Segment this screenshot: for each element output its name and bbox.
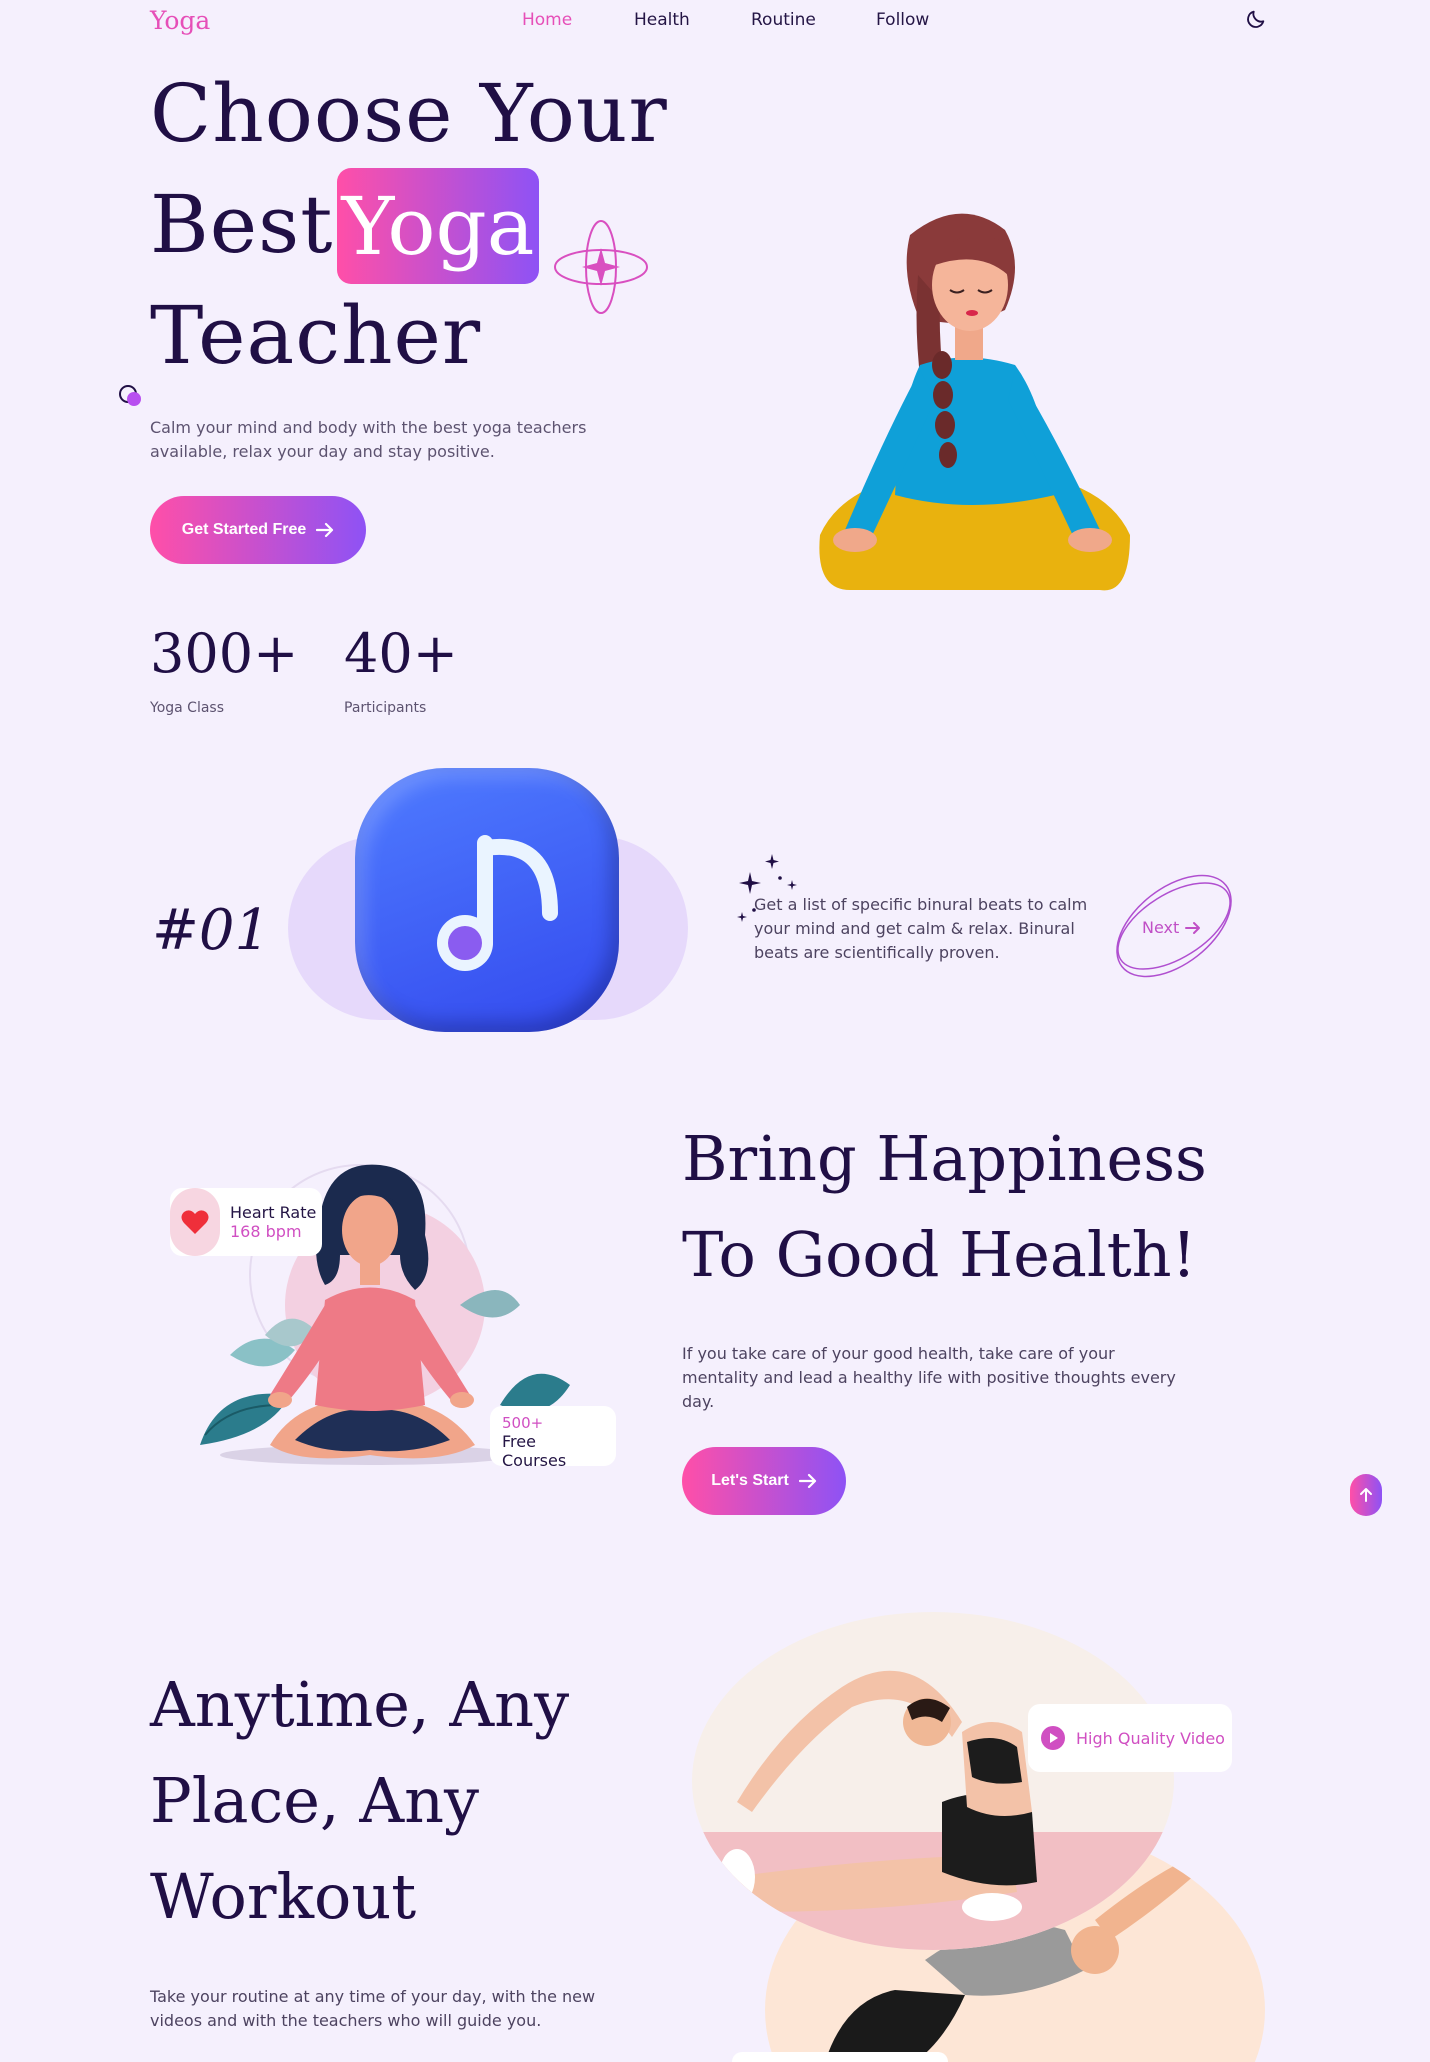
scroll-top-button[interactable] <box>1350 1474 1382 1516</box>
meditating-woman-illustration <box>819 213 1130 591</box>
feature-number: #01 <box>152 898 271 963</box>
hero-title-line1: Choose Your <box>150 67 668 160</box>
health-title-line2: To Good Health! <box>682 1218 1197 1291</box>
play-icon <box>1041 1726 1065 1750</box>
feature-description: Get a list of specific binural beats to … <box>754 895 1088 962</box>
heart-rate-card: Heart Rate 168 bpm <box>170 1188 322 1256</box>
music-app-icon <box>355 768 619 1032</box>
workout-description: Take your routine at any time of your da… <box>150 1987 596 2030</box>
hero-title-line2: Best <box>150 178 334 271</box>
logo[interactable]: Yoga <box>150 6 210 35</box>
video-badge-label: High Quality Video <box>1076 1728 1225 1748</box>
arrow-right-icon <box>316 522 334 538</box>
workout-title-line2: Place, Any <box>150 1764 480 1837</box>
nav-item-follow[interactable]: Follow <box>876 10 929 30</box>
courses-card: 500+ Free Courses <box>490 1406 616 1470</box>
courses-label: Free Courses <box>502 1432 567 1470</box>
courses-value: 500+ <box>502 1414 544 1432</box>
music-note-icon <box>437 835 558 971</box>
get-started-label: Get Started Free <box>181 521 307 538</box>
lets-start-label: Let's Start <box>711 1472 789 1489</box>
hero-title-line3: Teacher <box>150 289 482 382</box>
health-description: If you take care of your good health, ta… <box>682 1344 1176 1411</box>
arrow-right-icon <box>1185 921 1201 934</box>
health-title-line1: Bring Happiness <box>682 1122 1207 1195</box>
heart-icon <box>181 1210 209 1234</box>
stat-participants-value: 40+ <box>344 622 458 685</box>
next-label: Next <box>1142 918 1180 937</box>
stat-classes-value: 300+ <box>150 622 299 685</box>
hero-description: Calm your mind and body with the best yo… <box>150 418 587 461</box>
decor-dots-icon <box>119 385 141 406</box>
nav-item-health[interactable]: Health <box>634 10 690 30</box>
bottom-card-edge <box>732 2052 948 2062</box>
video-badge-card[interactable]: High Quality Video <box>1028 1704 1232 1772</box>
workout-title-line3: Workout <box>150 1860 417 1933</box>
moon-icon[interactable] <box>1245 8 1267 30</box>
arrow-right-icon <box>798 1473 816 1489</box>
workout-title-line1: Anytime, Any <box>150 1668 570 1741</box>
hero-title-badge: Yoga <box>337 168 539 284</box>
stat-participants-label: Participants <box>344 700 427 716</box>
lets-start-button[interactable]: Let's Start <box>682 1447 846 1515</box>
arrow-up-icon <box>1360 1488 1372 1502</box>
get-started-button[interactable]: Get Started Free <box>150 496 366 564</box>
nav-item-routine[interactable]: Routine <box>751 10 816 30</box>
workout-photo-main <box>692 1612 1174 1950</box>
heart-badge <box>170 1188 220 1256</box>
nav-item-home[interactable]: Home <box>522 10 572 30</box>
heart-rate-title: Heart Rate <box>230 1203 317 1222</box>
sparkle-orbit-icon <box>554 220 648 314</box>
next-button[interactable]: Next <box>1142 918 1201 937</box>
stat-classes-label: Yoga Class <box>150 700 225 716</box>
heart-rate-value: 168 bpm <box>230 1222 302 1241</box>
